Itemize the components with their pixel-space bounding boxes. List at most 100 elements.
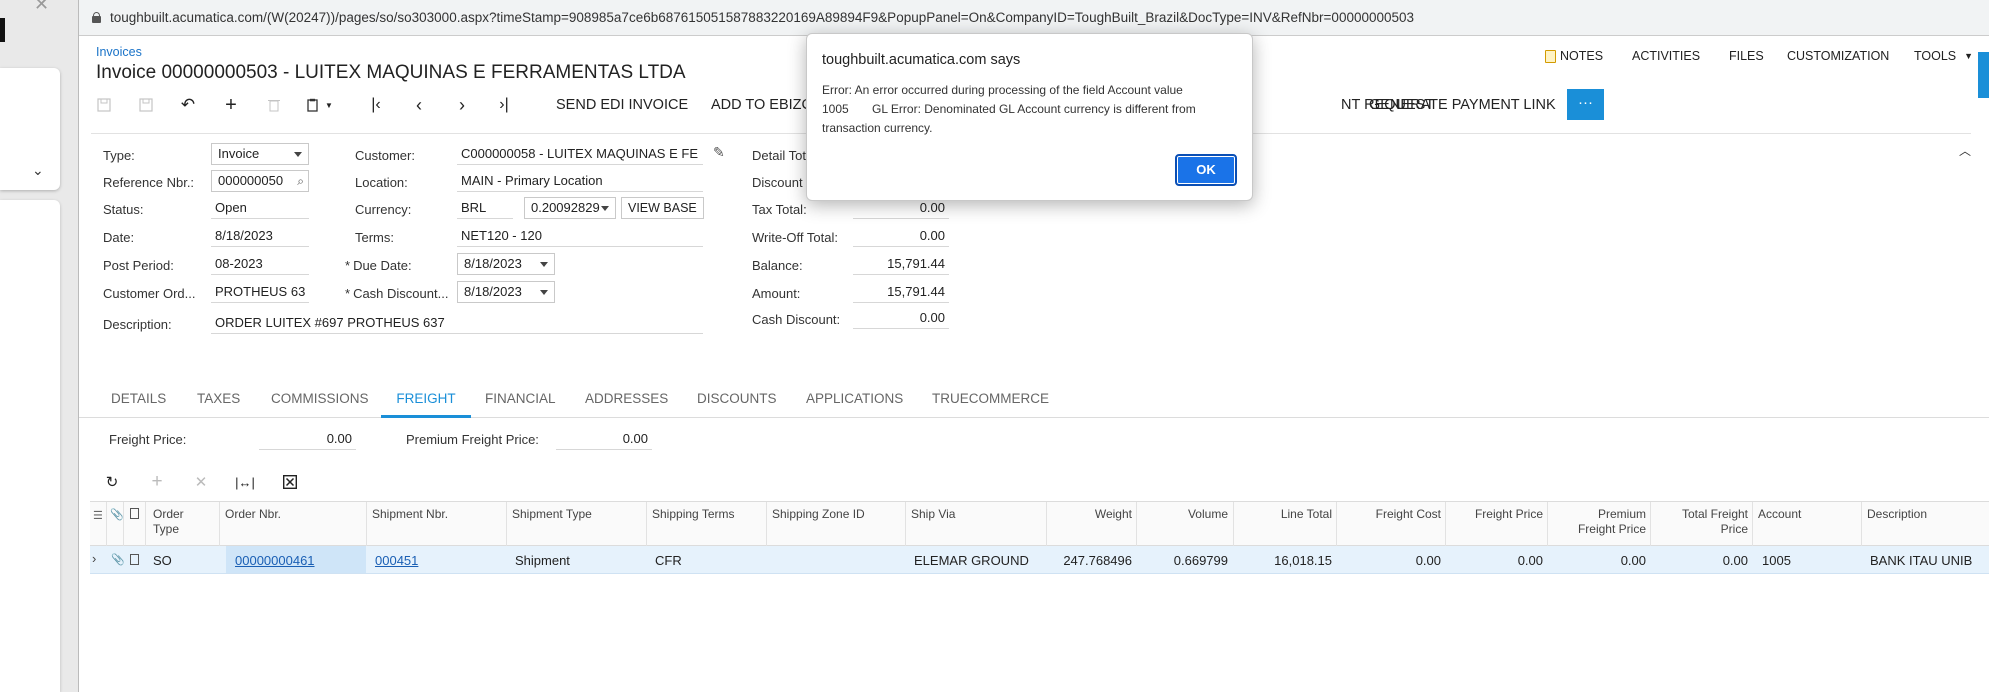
cash-discount-date-input[interactable]: 8/18/2023 [457, 281, 555, 303]
cell-total-freight-price: 0.00 [1722, 553, 1748, 568]
date-input[interactable]: 8/18/2023 [211, 227, 309, 247]
col-freight-price[interactable]: Freight Price [1449, 507, 1543, 522]
col-premium-freight-price[interactable]: Premium Freight Price [1551, 507, 1646, 537]
tools-button[interactable]: TOOLS ▼ [1914, 49, 1973, 63]
files-button[interactable]: FILES [1729, 49, 1764, 63]
col-shipping-zone[interactable]: Shipping Zone ID [772, 507, 865, 522]
detail-total-label: Detail Tot [752, 148, 806, 163]
save-close-icon[interactable] [93, 89, 115, 121]
col-volume[interactable]: Volume [1140, 507, 1228, 522]
col-shipping-terms[interactable]: Shipping Terms [652, 507, 735, 522]
edit-pencil-icon[interactable]: ✎ [713, 144, 725, 161]
add-to-ebizc-button[interactable]: ADD TO EBIZC [711, 97, 812, 113]
col-shipment-nbr[interactable]: Shipment Nbr. [372, 507, 448, 522]
tab-freight[interactable]: FREIGHT [381, 391, 471, 418]
due-date-input[interactable]: 8/18/2023 [457, 253, 555, 275]
chevron-down-icon[interactable]: ⌄ [32, 162, 44, 179]
fit-columns-icon[interactable]: |↔| [234, 466, 256, 498]
col-weight[interactable]: Weight [1050, 507, 1132, 522]
cash-discount-date-value: 8/18/2023 [464, 284, 522, 299]
required-mark: * [345, 286, 351, 301]
col-order-type[interactable]: Order Type [153, 507, 208, 537]
cell-freight-cost: 0.00 [1415, 553, 1441, 568]
last-record-icon[interactable]: ›| [493, 89, 515, 121]
description-input[interactable]: ORDER LUITEX #697 PROTHEUS 637 [211, 314, 703, 334]
currency-rate-value: 0.20092829 [531, 200, 600, 215]
side-accent-bar [1978, 52, 1989, 98]
col-total-freight-price[interactable]: Total Freight Price [1654, 507, 1748, 537]
balance-value: 15,791.44 [853, 255, 949, 275]
type-select[interactable]: Invoice [211, 143, 309, 165]
customization-button[interactable]: CUSTOMIZATION [1787, 49, 1889, 63]
send-edi-invoice-button[interactable]: SEND EDI INVOICE [556, 97, 688, 113]
ok-button[interactable]: OK [1175, 154, 1237, 186]
attachment-header-icon: 📎 [110, 509, 124, 521]
refresh-icon[interactable]: ↻ [101, 466, 123, 498]
tab-commissions[interactable]: COMMISSIONS [271, 391, 369, 418]
dialog-message: Error: An error occurred during processi… [822, 83, 1196, 135]
export-excel-icon[interactable] [279, 466, 301, 498]
activities-button[interactable]: ACTIVITIES [1632, 49, 1700, 63]
add-row-icon[interactable]: + [146, 466, 168, 498]
premium-freight-price-value[interactable]: 0.00 [556, 430, 652, 450]
cell-freight-price: 0.00 [1517, 553, 1543, 568]
first-record-icon[interactable]: |‹ [365, 89, 387, 121]
customer-label: Customer: [355, 148, 415, 163]
breadcrumb[interactable]: Invoices [96, 45, 142, 59]
delete-row-icon[interactable]: ✕ [190, 466, 212, 498]
refnbr-value: 000000050 [218, 173, 284, 188]
more-actions-button[interactable]: ··· [1567, 89, 1604, 120]
col-order-nbr[interactable]: Order Nbr. [225, 507, 281, 522]
grid-settings-icon[interactable]: ☰ [93, 509, 103, 522]
customer-input[interactable]: C000000058 - LUITEX MAQUINAS E FE [457, 145, 703, 165]
post-period-input[interactable]: 08-2023 [211, 255, 309, 275]
add-icon[interactable]: + [220, 89, 242, 121]
collapse-chevron-icon[interactable]: ︿ [1959, 142, 1971, 159]
previous-record-icon[interactable]: ‹ [408, 89, 430, 121]
col-line-total[interactable]: Line Total [1237, 507, 1332, 522]
row-expand-chevron-icon[interactable]: › [92, 551, 96, 566]
notes-button[interactable]: NOTES [1545, 49, 1603, 63]
col-ship-via[interactable]: Ship Via [911, 507, 955, 522]
cell-shipment-nbr-link[interactable]: 000451 [375, 553, 418, 568]
col-freight-cost[interactable]: Freight Cost [1340, 507, 1441, 522]
address-bar[interactable]: toughbuilt.acumatica.com/(W(20247))/page… [79, 0, 1989, 36]
view-base-button[interactable]: VIEW BASE [621, 197, 704, 219]
tab-truecommerce[interactable]: TRUECOMMERCE [932, 391, 1049, 418]
undo-icon[interactable]: ↶ [177, 89, 199, 121]
tab-taxes[interactable]: TAXES [197, 391, 240, 418]
row-attachment-icon[interactable]: 📎 [111, 553, 125, 566]
close-icon[interactable]: ✕ [34, 0, 49, 15]
col-description[interactable]: Description [1867, 507, 1927, 522]
page-title: Invoice 00000000503 - LUITEX MAQUINAS E … [96, 62, 686, 83]
delete-icon[interactable] [263, 89, 285, 121]
customer-order-input[interactable]: PROTHEUS 63 [211, 283, 309, 303]
table-row[interactable]: › 📎 SO 00000000461 000451 Shipment CFR E… [90, 546, 1989, 574]
col-shipment-type[interactable]: Shipment Type [512, 507, 592, 522]
premium-freight-price-label: Premium Freight Price: [406, 432, 539, 447]
currency-rate-select[interactable]: 0.20092829 [524, 197, 616, 219]
cell-order-nbr-link[interactable]: 00000000461 [235, 553, 315, 568]
tab-addresses[interactable]: ADDRESSES [585, 391, 668, 418]
generate-payment-link-button[interactable]: GENERATE PAYMENT LINK [1369, 97, 1556, 113]
cell-description: BANK ITAU UNIB [1870, 553, 1973, 568]
save-icon[interactable] [135, 89, 157, 121]
post-period-label: Post Period: [103, 258, 174, 273]
currency-input[interactable]: BRL [457, 199, 513, 219]
tab-financial[interactable]: FINANCIAL [485, 391, 556, 418]
cash-discount-date-label: * Cash Discount... [345, 286, 448, 301]
status-label: Status: [103, 202, 144, 217]
search-icon[interactable]: ⌕ [297, 171, 304, 191]
col-account[interactable]: Account [1758, 507, 1801, 522]
tab-discounts[interactable]: DISCOUNTS [697, 391, 777, 418]
terms-input[interactable]: NET120 - 120 [457, 227, 703, 247]
tab-details[interactable]: DETAILS [111, 391, 166, 418]
row-note-icon[interactable] [130, 554, 139, 565]
freight-price-value[interactable]: 0.00 [259, 430, 356, 450]
location-input[interactable]: MAIN - Primary Location [457, 172, 703, 192]
next-record-icon[interactable]: › [451, 89, 473, 121]
amount-label: Amount: [752, 286, 801, 301]
refnbr-input[interactable]: 000000050 ⌕ [211, 170, 309, 192]
copy-paste-icon[interactable]: ▼ [303, 89, 337, 121]
tab-applications[interactable]: APPLICATIONS [806, 391, 903, 418]
